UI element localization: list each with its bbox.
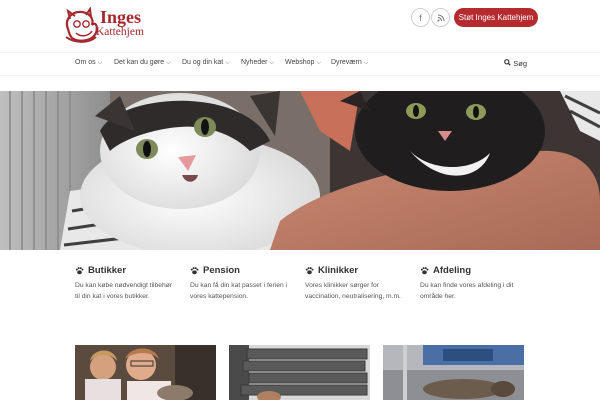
people-with-cat-photo [75,345,216,400]
nav-item-nyheder[interactable]: Nyheder ⌵ [241,59,274,67]
brand-subname: Kattehjem [96,26,144,38]
paw-icon [190,267,199,275]
feature-description: Du kan købe nødvendigt tilbehør til din … [75,282,173,300]
nav-label: Webshop [285,59,315,66]
site-header: Inges Kattehjem f Støt Inges Kattehjem [0,0,600,52]
nav-item-webshop[interactable]: Webshop ⌵ [285,59,321,67]
feature-butikker[interactable]: Butikker Du kan købe nødvendigt tilbehør… [75,265,175,302]
chevron-down-icon: ⌵ [97,60,103,66]
stacked-boards-photo [229,345,370,400]
nav-label: Om os [75,59,96,66]
paw-icon [75,267,84,275]
feature-afdeling[interactable]: Afdeling Du kan finde vores afdeling i d… [420,265,520,302]
news-thumbnail-3[interactable] [383,345,524,400]
feature-klinikker[interactable]: Klinikker Vores klinikker sørger for vac… [305,265,405,302]
nav-label: Det kan du gøre [114,59,165,66]
feature-description: Vores klinikker sørger for vaccination, … [305,282,401,300]
news-thumbnail-1[interactable] [75,345,216,400]
nav-item-du-og-din-kat[interactable]: Du og din kat ⌵ [182,59,230,67]
chevron-down-icon: ⌵ [269,60,275,66]
chevron-down-icon: ⌵ [225,60,230,66]
hero-image [0,91,600,250]
brand-name: Inges [100,7,142,27]
chevron-down-icon: ⌵ [363,60,369,66]
nav-item-om-os[interactable]: Om os ⌵ [75,59,102,67]
feature-title: Klinikker [318,265,359,276]
nav-item-det-kan-du-gore[interactable]: Det kan du gøre ⌵ [114,59,171,67]
nav-label: Nyheder [241,59,268,66]
paw-icon [305,267,314,275]
facebook-icon[interactable]: f [411,8,430,27]
search-button[interactable]: Søg [504,59,527,68]
chevron-down-icon: ⌵ [316,60,322,66]
cat-in-clinic-photo [383,345,524,400]
nav-label: Dyreværn [331,59,362,66]
chevron-down-icon: ⌵ [166,60,171,66]
feature-description: Du kan finde vores afdeling i dit område… [420,282,514,300]
kittens-photo [0,91,600,250]
search-icon [504,59,511,66]
feature-title: Afdeling [433,265,471,276]
feature-title: Pension [203,265,240,276]
search-label: Søg [513,59,527,68]
feature-description: Du kan få din kat passet i ferien i vore… [190,282,288,300]
feature-title: Butikker [88,265,127,276]
nav-item-dyrevaern[interactable]: Dyreværn ⌵ [331,59,368,67]
facebook-glyph: f [419,12,422,23]
feature-pension[interactable]: Pension Du kan få din kat passet i ferie… [190,265,290,302]
rss-icon[interactable] [431,8,450,27]
paw-icon [420,267,429,275]
nav-label: Du og din kat [182,59,224,66]
news-thumbnail-2[interactable] [229,345,370,400]
main-nav: Om os ⌵ Det kan du gøre ⌵ Du og din kat ⌵ N… [0,52,600,76]
rss-glyph [437,14,444,21]
support-button[interactable]: Støt Inges Kattehjem [454,8,538,27]
